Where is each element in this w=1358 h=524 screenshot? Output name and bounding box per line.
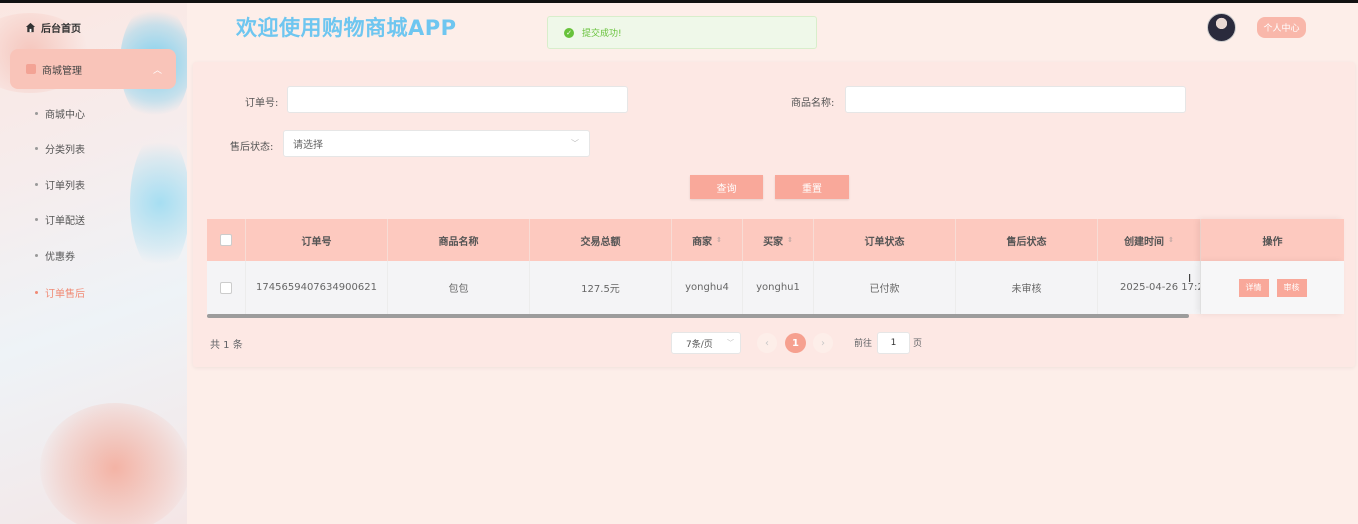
next-page-button[interactable]: › <box>813 333 833 353</box>
check-circle-icon: ✓ <box>564 27 574 38</box>
sidebar-item-label: 订单列表 <box>45 181 85 192</box>
app-title: 欢迎使用购物商城APP <box>236 16 457 40</box>
column-header: 订单号 <box>246 219 388 261</box>
home-icon <box>25 22 36 33</box>
column-header-actions: 操作 <box>1201 219 1344 261</box>
bullet-icon <box>35 112 38 115</box>
cell-merchant: yonghu4 <box>672 261 743 314</box>
column-header-label: 买家 <box>763 236 784 248</box>
cell-actions: 详情 审核 <box>1201 261 1344 314</box>
column-header-sortable[interactable]: 商家 ⇕ <box>672 219 743 261</box>
column-header: 订单状态 <box>814 219 956 261</box>
sidebar-group-label: 商城管理 <box>42 65 82 77</box>
goto-page-input[interactable]: 1 <box>877 332 910 354</box>
chevron-up-icon: ︿ <box>152 66 162 76</box>
cell-order-status: 已付款 <box>814 261 956 314</box>
select-all-cell <box>207 219 246 261</box>
profile-center-button[interactable]: 个人中心 <box>1257 17 1306 38</box>
column-header-label: 售后状态 <box>1006 236 1047 248</box>
sidebar-decoration <box>130 133 187 273</box>
sidebar-home-label: 后台首页 <box>41 24 81 35</box>
column-header-label: 订单号 <box>301 236 332 248</box>
chevron-left-icon: ‹ <box>765 337 769 349</box>
sidebar-item-order-delivery[interactable]: 订单配送 <box>35 212 85 227</box>
bullet-icon <box>35 218 38 221</box>
total-count: 共 1 条 <box>210 340 243 351</box>
product-name-label: 商品名称: <box>791 98 835 109</box>
sidebar-item-after-sales[interactable]: 订单售后 <box>35 285 85 300</box>
review-button[interactable]: 审核 <box>1276 278 1307 297</box>
cell-total: 127.5元 <box>530 261 672 314</box>
prev-page-button[interactable]: ‹ <box>757 333 777 353</box>
toast-message: 提交成功! <box>582 29 622 39</box>
reset-button[interactable]: 重置 <box>775 175 849 199</box>
select-placeholder: 请选择 <box>293 140 323 151</box>
sidebar-group-mall-management[interactable]: 商城管理 ︿ <box>10 49 176 89</box>
sidebar-decoration <box>40 403 187 524</box>
column-header-label: 操作 <box>1262 236 1283 248</box>
row-select-cell <box>207 261 246 314</box>
sidebar-item-label: 商城中心 <box>45 110 85 121</box>
bullet-icon <box>35 291 38 294</box>
cell-after-sale-status: 未审核 <box>956 261 1098 314</box>
column-header-label: 交易总额 <box>580 236 621 248</box>
cell-order-no: 1745659407634900621 <box>246 261 388 314</box>
sidebar-item-mall-center[interactable]: 商城中心 <box>35 106 85 121</box>
sidebar-item-category-list[interactable]: 分类列表 <box>35 141 85 156</box>
order-no-label: 订单号: <box>245 98 279 109</box>
goto-suffix: 页 <box>913 339 923 349</box>
chevron-right-icon: › <box>821 337 825 349</box>
sidebar: 后台首页 商城管理 ︿ 商城中心 分类列表 订单列表 订单配送 优惠券 订单售后 <box>0 3 187 524</box>
after-sale-status-select[interactable]: 请选择 ﹀ <box>283 130 590 157</box>
product-name-input[interactable] <box>845 86 1186 113</box>
table-row: 1745659407634900621 包包 127.5元 yonghu4 yo… <box>207 261 1344 314</box>
after-sale-status-label: 售后状态: <box>230 142 274 153</box>
column-header-label: 创建时间 <box>1124 236 1165 248</box>
bullet-icon <box>35 183 38 186</box>
horizontal-scrollbar[interactable] <box>207 314 1189 318</box>
page-size-select[interactable]: 7条/页 ﹀ <box>671 332 741 354</box>
sidebar-item-label: 订单售后 <box>45 289 85 300</box>
cell-buyer: yonghu1 <box>743 261 814 314</box>
sidebar-item-label: 优惠券 <box>45 252 75 263</box>
select-all-checkbox[interactable] <box>220 234 232 246</box>
cell-product: 包包 <box>388 261 530 314</box>
chevron-down-icon: ﹀ <box>727 339 734 347</box>
page-size-value: 7条/页 <box>686 339 713 350</box>
column-header-label: 商家 <box>692 236 713 248</box>
sort-icon[interactable]: ⇕ <box>787 236 793 244</box>
success-toast: ✓ 提交成功! <box>547 16 817 49</box>
column-header-label: 商品名称 <box>438 236 479 248</box>
sidebar-item-home[interactable]: 后台首页 <box>25 20 81 35</box>
column-header-label: 订单状态 <box>864 236 905 248</box>
row-checkbox[interactable] <box>220 281 232 294</box>
sidebar-item-label: 订单配送 <box>45 216 85 227</box>
column-header: 售后状态 <box>956 219 1098 261</box>
avatar[interactable] <box>1207 13 1236 42</box>
column-header-sortable[interactable]: 买家 ⇕ <box>743 219 814 261</box>
cell-created-time: 2025-04-26 17:24 <box>1098 261 1201 314</box>
column-header: 商品名称 <box>388 219 530 261</box>
text-cursor-icon: I <box>1188 272 1192 285</box>
sidebar-item-order-list[interactable]: 订单列表 <box>35 177 85 192</box>
details-button[interactable]: 详情 <box>1238 278 1269 297</box>
order-no-input[interactable] <box>287 86 628 113</box>
sidebar-item-coupons[interactable]: 优惠券 <box>35 248 75 263</box>
window-top-edge <box>0 0 1358 3</box>
bullet-icon <box>35 147 38 150</box>
chevron-down-icon: ﹀ <box>571 139 579 148</box>
sort-icon[interactable]: ⇕ <box>716 236 722 244</box>
sort-icon[interactable]: ⇕ <box>1168 236 1174 244</box>
search-button[interactable]: 查询 <box>690 175 763 199</box>
column-header-sortable[interactable]: 创建时间 ⇕ <box>1098 219 1201 261</box>
column-header: 交易总额 <box>530 219 672 261</box>
page-number-current[interactable]: 1 <box>785 333 806 353</box>
goto-prefix: 前往 <box>854 339 873 349</box>
table-header: 订单号 商品名称 交易总额 商家 ⇕ 买家 ⇕ 订单状态 售后状态 创建时间 ⇕ <box>207 219 1344 261</box>
menu-icon <box>26 64 36 74</box>
sidebar-item-label: 分类列表 <box>45 145 85 156</box>
bullet-icon <box>35 254 38 257</box>
